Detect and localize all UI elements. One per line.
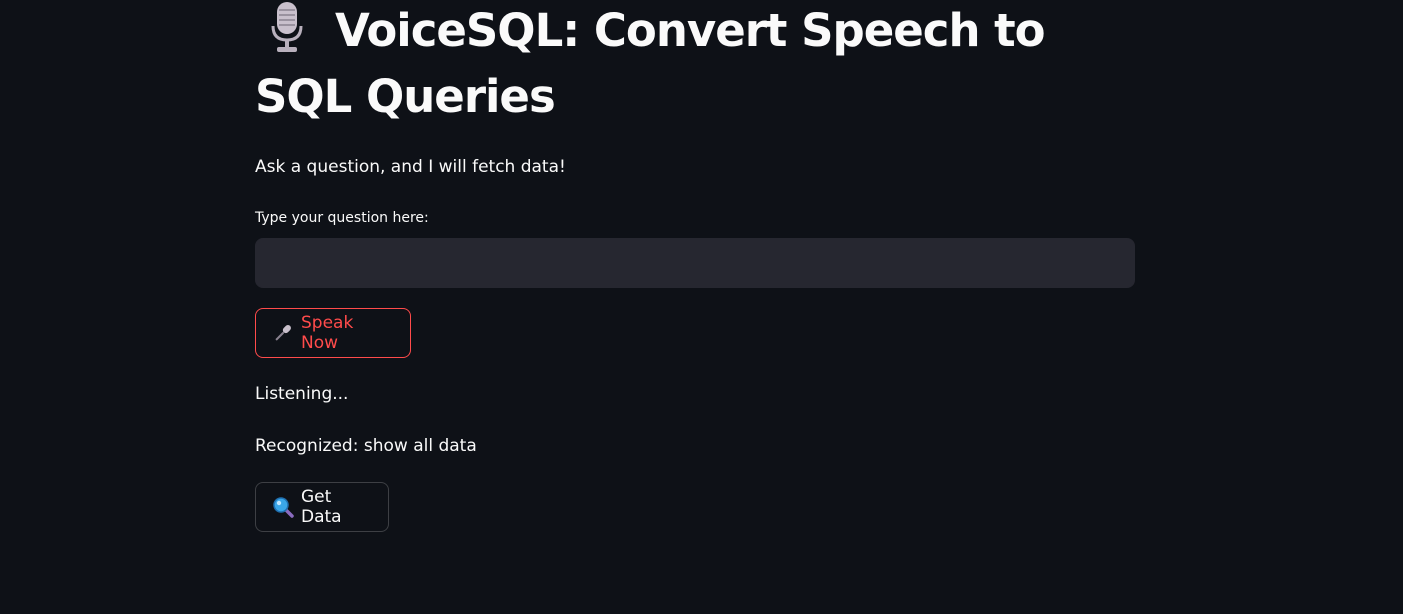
- magnifier-icon: [272, 496, 294, 518]
- listening-status: Listening...: [255, 384, 349, 404]
- speak-now-label: Speak Now: [301, 313, 354, 353]
- page-title-text: VoiceSQL: Convert Speech to SQL Queries: [255, 4, 1046, 123]
- microphone-icon: [272, 322, 294, 344]
- microphone-icon: [255, 0, 323, 56]
- get-data-button[interactable]: Get Data: [255, 482, 389, 532]
- page-title: VoiceSQL: Convert Speech to SQL Queries: [255, 0, 1135, 130]
- question-input-label: Type your question here:: [255, 210, 429, 226]
- question-input[interactable]: [255, 238, 1135, 288]
- recognized-text: Recognized: show all data: [255, 436, 477, 456]
- page-subtitle: Ask a question, and I will fetch data!: [255, 157, 566, 177]
- speak-now-button[interactable]: Speak Now: [255, 308, 411, 358]
- get-data-label: Get Data: [301, 487, 342, 527]
